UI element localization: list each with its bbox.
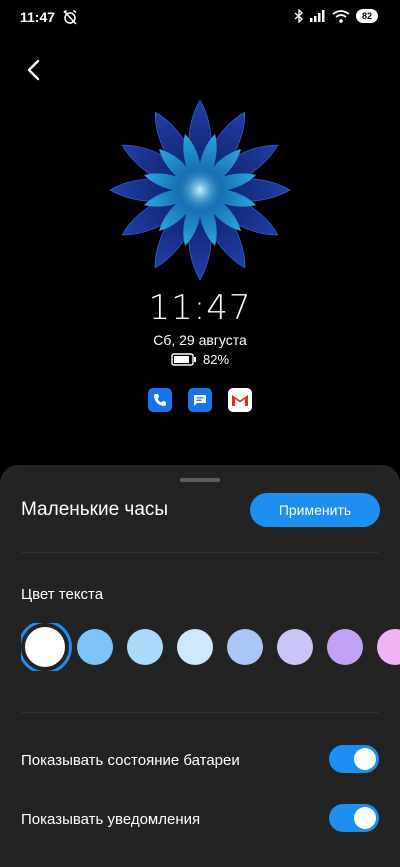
- preview-battery-percent: 82%: [202, 352, 230, 367]
- settings-sheet: Маленькие часы Применить Цвет текста Пок…: [0, 465, 400, 867]
- back-button[interactable]: [20, 56, 48, 84]
- color-swatch[interactable]: [377, 629, 400, 665]
- battery-icon: 82: [355, 9, 378, 23]
- preview-notification-icons: [0, 388, 400, 412]
- color-swatch-list: [21, 623, 400, 671]
- messages-icon: [188, 388, 212, 412]
- phone-icon: [148, 388, 172, 412]
- toggle-label-battery: Показывать состояние батареи: [21, 752, 240, 769]
- color-swatch[interactable]: [127, 629, 163, 665]
- divider: [21, 712, 379, 713]
- toggle-label-notifications: Показывать уведомления: [21, 811, 201, 828]
- bluetooth-icon: [294, 9, 303, 23]
- divider: [21, 552, 379, 553]
- color-swatch[interactable]: [21, 623, 69, 671]
- preview-clock-time: 11:47: [148, 288, 252, 328]
- status-bar: 11:47 82: [0, 0, 400, 36]
- toggle-row-notifications: Показывать уведомления: [21, 804, 379, 836]
- wifi-icon: [332, 9, 350, 23]
- toggle-row-battery: Показывать состояние батареи: [21, 745, 379, 777]
- status-time: 11:47: [20, 9, 56, 25]
- text-color-label: Цвет текста: [21, 586, 104, 603]
- status-icons: 82: [294, 9, 378, 23]
- color-swatch[interactable]: [227, 629, 263, 665]
- notifications-toggle[interactable]: [329, 804, 379, 832]
- toggle-knob: [354, 807, 376, 829]
- color-swatch[interactable]: [77, 629, 113, 665]
- alarm-off-icon: [63, 9, 77, 25]
- apply-button[interactable]: Применить: [250, 493, 380, 527]
- color-swatch[interactable]: [327, 629, 363, 665]
- preview-battery: 82%: [0, 352, 400, 367]
- color-swatch[interactable]: [177, 629, 213, 665]
- battery-status-toggle[interactable]: [329, 745, 379, 773]
- toggle-knob: [354, 748, 376, 770]
- gmail-icon: [228, 388, 252, 412]
- signal-icon: [309, 10, 325, 22]
- flower-illustration: [109, 99, 291, 281]
- sheet-drag-handle[interactable]: [180, 478, 220, 482]
- sheet-title: Маленькие часы: [21, 499, 169, 520]
- color-swatch[interactable]: [277, 629, 313, 665]
- battery-outline-icon: [171, 353, 196, 366]
- preview-date: Сб, 29 августа: [153, 332, 247, 348]
